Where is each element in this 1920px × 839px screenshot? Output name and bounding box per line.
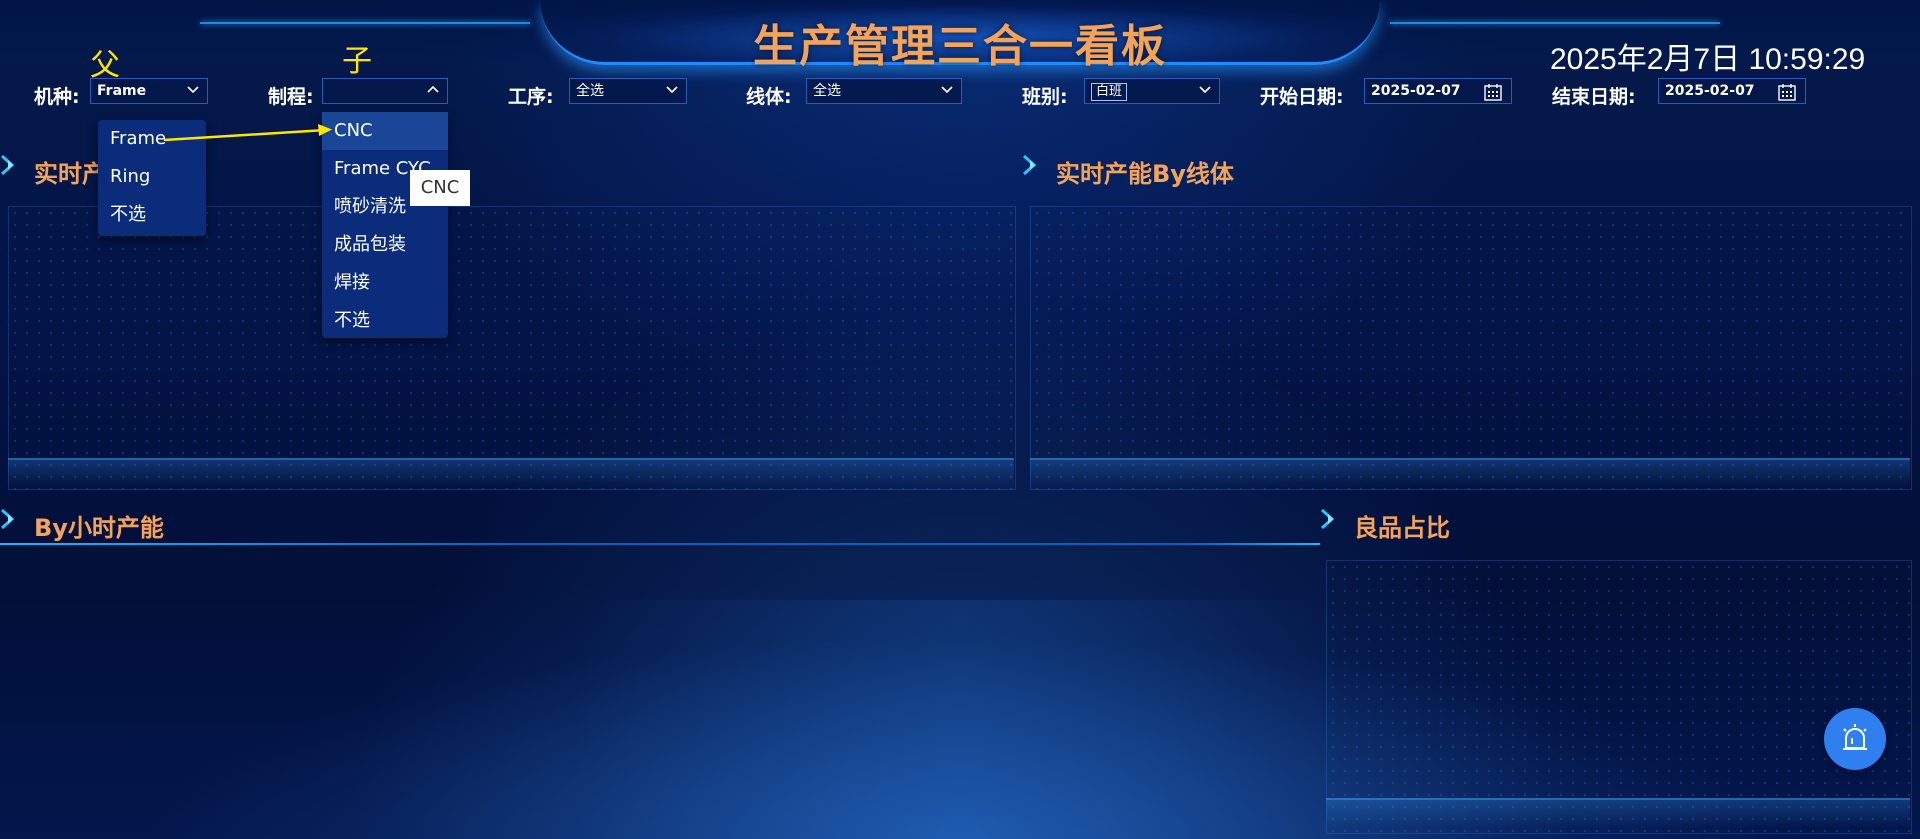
shift-select-value: 白班	[1091, 83, 1128, 101]
machine-label: 机种:	[34, 86, 80, 108]
start-date-picker[interactable]: 2025-02-07	[1364, 78, 1512, 104]
process-dropdown: CNC Frame CYC 喷砂清洗 成品包装 焊接 不选	[322, 112, 448, 338]
end-date-value: 2025-02-07	[1665, 83, 1755, 99]
chevron-arrow-icon	[0, 154, 15, 176]
annotation-child: 子	[342, 44, 372, 79]
chevron-arrow-icon	[1320, 508, 1335, 530]
shift-label: 班别:	[1022, 86, 1068, 108]
datetime-display: 2025年2月7日 10:59:29	[1550, 43, 1866, 76]
page-title: 生产管理三合一看板	[753, 21, 1167, 72]
process-select[interactable]	[322, 78, 448, 104]
panel-floor-right	[1030, 458, 1910, 488]
machine-option[interactable]: 不选	[98, 196, 206, 234]
section-title-realtime-by-line: 实时产能By线体	[1056, 160, 1234, 188]
chevron-arrow-icon	[0, 508, 15, 530]
tooltip: CNC	[410, 170, 470, 206]
section-title-yield: 良品占比	[1354, 514, 1450, 542]
panel-realtime-by-line	[1030, 206, 1912, 490]
process-option[interactable]: 成品包装	[322, 226, 448, 264]
chevron-up-icon	[427, 85, 439, 93]
line-select[interactable]: 全选	[806, 78, 962, 104]
operation-label: 工序:	[508, 86, 554, 108]
machine-select-value: Frame	[97, 83, 147, 99]
process-option[interactable]: 不选	[322, 302, 448, 340]
shift-select[interactable]: 白班	[1084, 78, 1220, 104]
chevron-down-icon	[941, 86, 953, 94]
end-date-label: 结束日期:	[1552, 86, 1636, 108]
end-date-picker[interactable]: 2025-02-07	[1658, 78, 1806, 104]
line-select-value: 全选	[813, 83, 841, 99]
start-date-label: 开始日期:	[1260, 86, 1344, 108]
section-title-realtime: 实时产	[34, 160, 106, 188]
alarm-bell-icon	[1843, 724, 1867, 750]
chevron-down-icon	[666, 86, 678, 94]
panel-yield	[1326, 560, 1912, 834]
calendar-icon	[1484, 84, 1502, 101]
section-divider	[0, 543, 1320, 545]
chevron-down-icon	[1199, 86, 1211, 94]
header-line-left	[200, 22, 530, 24]
start-date-value: 2025-02-07	[1371, 83, 1461, 99]
header-line-right	[1390, 22, 1720, 24]
panel-floor-yield	[1326, 798, 1910, 828]
operation-select-value: 全选	[576, 83, 604, 99]
line-label: 线体:	[746, 86, 792, 108]
annotation-arrow	[163, 124, 332, 142]
machine-select[interactable]: Frame	[90, 78, 208, 104]
alarm-button[interactable]	[1824, 708, 1886, 770]
panel-floor-left	[8, 458, 1014, 488]
process-option[interactable]: 焊接	[322, 264, 448, 302]
section-title-hourly: By小时产能	[34, 514, 164, 542]
calendar-icon	[1778, 84, 1796, 101]
operation-select[interactable]: 全选	[569, 78, 687, 104]
process-label: 制程:	[268, 86, 314, 108]
chevron-arrow-icon	[1022, 154, 1037, 176]
panel-realtime	[8, 206, 1016, 490]
machine-option[interactable]: Ring	[98, 158, 206, 196]
process-option[interactable]: CNC	[322, 112, 448, 150]
chevron-down-icon	[187, 86, 199, 94]
